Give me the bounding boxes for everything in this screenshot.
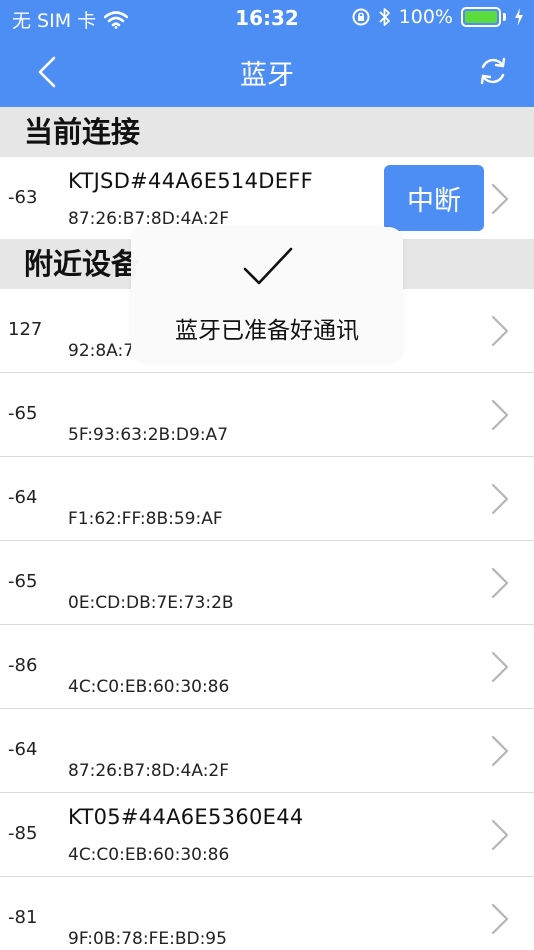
device-rssi: 127 [8, 319, 43, 340]
device-row[interactable]: -64 F1:62:FF:8B:59:AF [0, 457, 534, 541]
battery-fill [465, 11, 497, 23]
device-row[interactable]: -65 0E:CD:DB:7E:73:2B [0, 541, 534, 625]
chevron-right-icon [491, 315, 509, 347]
device-rssi: -64 [8, 487, 38, 508]
device-name: KT05#44A6E5360E44 [68, 805, 304, 829]
chevron-right-icon [491, 735, 509, 767]
device-mac: 4C:C0:EB:60:30:86 [68, 845, 230, 865]
chevron-right-icon [491, 651, 509, 683]
status-bar: 无 SIM 卡 16:32 100% [0, 0, 534, 36]
device-rssi: -63 [8, 187, 38, 208]
chevron-right-icon [491, 183, 509, 215]
device-rssi: -65 [8, 403, 38, 424]
battery-body [461, 7, 501, 27]
device-row[interactable]: -65 5F:93:63:2B:D9:A7 [0, 373, 534, 457]
page-title: 蓝牙 [240, 60, 294, 91]
device-rssi: -85 [8, 823, 38, 844]
device-mac: 9F:0B:78:FE:BD:95 [68, 929, 227, 949]
device-mac: F1:62:FF:8B:59:AF [68, 509, 223, 529]
battery-percent: 100% [398, 6, 453, 28]
section-header-current: 当前连接 [0, 107, 534, 157]
chevron-right-icon [491, 819, 509, 851]
device-row[interactable]: -64 87:26:B7:8D:4A:2F [0, 709, 534, 793]
rotation-lock-icon [352, 8, 370, 26]
header: 无 SIM 卡 16:32 100% 蓝牙 [0, 0, 534, 107]
device-mac: 0E:CD:DB:7E:73:2B [68, 593, 234, 613]
charging-icon [515, 8, 523, 26]
device-rssi: -81 [8, 907, 38, 928]
disconnect-button[interactable]: 中断 [384, 165, 484, 231]
device-rssi: -65 [8, 571, 38, 592]
battery-cap [503, 13, 506, 21]
nav-bar: 蓝牙 [0, 36, 534, 107]
device-mac: 87:26:B7:8D:4A:2F [68, 761, 230, 781]
toast-message: 蓝牙已准备好通讯 [175, 318, 359, 344]
toast: 蓝牙已准备好通讯 [131, 227, 403, 362]
checkmark-icon [243, 247, 293, 285]
device-row[interactable]: -86 4C:C0:EB:60:30:86 [0, 625, 534, 709]
device-mac: 92:8A:7 [68, 341, 135, 361]
device-mac: 5F:93:63:2B:D9:A7 [68, 425, 229, 445]
chevron-right-icon [491, 903, 509, 935]
device-row[interactable]: -81 9F:0B:78:FE:BD:95 [0, 877, 534, 950]
chevron-right-icon [491, 399, 509, 431]
device-name: KTJSD#44A6E514DEFF [68, 169, 314, 193]
device-mac: 4C:C0:EB:60:30:86 [68, 677, 230, 697]
bluetooth-icon [379, 8, 390, 26]
chevron-right-icon [491, 483, 509, 515]
refresh-icon[interactable] [476, 54, 510, 88]
battery-icon [461, 7, 506, 27]
chevron-right-icon [491, 567, 509, 599]
status-right: 100% [351, 6, 524, 28]
device-rssi: -86 [8, 655, 38, 676]
device-mac: 87:26:B7:8D:4A:2F [68, 209, 230, 229]
device-rssi: -64 [8, 739, 38, 760]
nearby-device-list: 127 92:8A:7 -65 5F:93:63:2B:D9:A7 -64 F1:62:F… [0, 289, 534, 950]
device-row[interactable]: -85 KT05#44A6E5360E44 4C:C0:EB:60:30:86 [0, 793, 534, 877]
